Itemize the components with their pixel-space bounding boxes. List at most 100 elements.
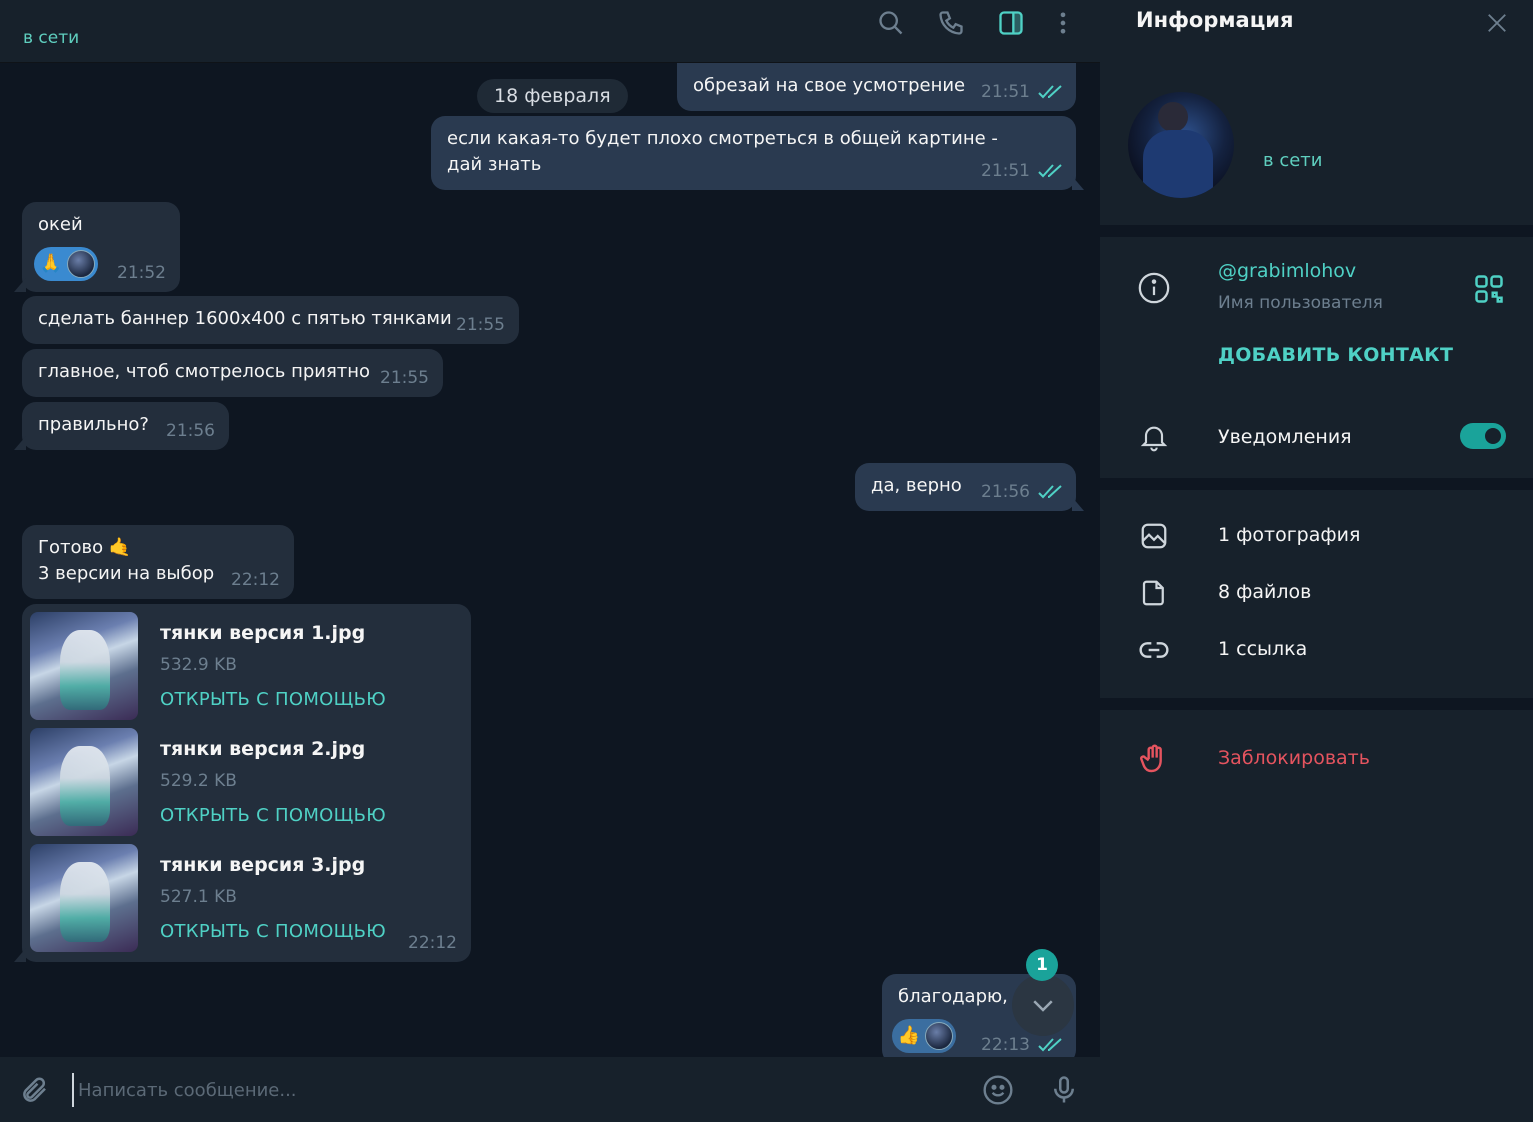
reactor-avatar [67, 250, 95, 278]
message-time: 21:56 [166, 421, 215, 441]
file-album-message: тянки версия 1.jpg 532.9 KB ОТКРЫТЬ С ПО… [14, 604, 471, 962]
message-meta: 21:55 [380, 365, 429, 391]
file-name: тянки версия 3.jpg [160, 854, 366, 876]
chat-pane: в сети 18 февраля обрезай на свое усмотр… [0, 0, 1100, 1122]
photo-icon [1136, 518, 1172, 554]
read-checkmarks-icon [1038, 485, 1062, 499]
file-size: 532.9 KB [160, 655, 237, 675]
phone-icon[interactable] [934, 6, 968, 40]
message-time: 21:52 [117, 263, 166, 283]
message-bubble-outgoing[interactable]: обрезай на свое усмотрение 21:51 [677, 63, 1076, 111]
panel-title: Информация [1136, 8, 1294, 32]
file-thumbnail[interactable] [30, 612, 138, 720]
file-thumbnail[interactable] [30, 844, 138, 952]
message-bubble-outgoing[interactable]: если какая-то будет плохо смотреться в о… [431, 116, 1084, 190]
file-attachment[interactable]: тянки версия 3.jpg 527.1 KB ОТКРЫТЬ С ПО… [30, 844, 460, 954]
section-divider [1100, 698, 1533, 710]
read-checkmarks-icon [1038, 85, 1062, 99]
search-icon[interactable] [874, 6, 908, 40]
reaction-chip[interactable]: 🙏 [34, 247, 98, 281]
message-text: главное, чтоб смотрелось приятно [38, 361, 371, 382]
message-time: 22:12 [408, 933, 457, 953]
open-with-button[interactable]: ОТКРЫТЬ С ПОМОЩЬЮ [160, 919, 386, 945]
message-time: 21:55 [456, 315, 505, 335]
message-time: 21:51 [981, 82, 1030, 102]
chat-header: в сети [0, 0, 1100, 63]
message-meta: 21:51 [981, 158, 1066, 184]
block-user-button[interactable]: Заблокировать [1218, 747, 1370, 769]
reaction-chip[interactable]: 👍 [892, 1019, 956, 1053]
message-bubble-incoming[interactable]: сделать баннер 1600x400 с пятью тянками … [22, 296, 519, 344]
message-list: 18 февраля обрезай на свое усмотрение 21… [0, 63, 1100, 1057]
bell-icon [1136, 419, 1172, 455]
message-bubble-incoming[interactable]: Готово 🤙 3 версии на выбор 22:12 [22, 525, 294, 599]
file-name: тянки версия 1.jpg [160, 622, 366, 644]
close-icon[interactable] [1482, 8, 1512, 38]
media-label: 8 файлов [1218, 581, 1312, 603]
message-meta: 22:12 [231, 567, 280, 593]
chevron-down-icon [1033, 1000, 1053, 1012]
message-time: 22:12 [231, 570, 280, 590]
file-icon [1136, 575, 1172, 611]
message-bubble-outgoing[interactable]: да, верно 21:56 [855, 463, 1084, 511]
date-separator: 18 февраля [477, 79, 628, 113]
open-with-button[interactable]: ОТКРЫТЬ С ПОМОЩЬЮ [160, 803, 386, 829]
message-time: 22:13 [981, 1035, 1030, 1055]
message-meta: 21:56 [166, 418, 215, 444]
message-text-line: Готово 🤙 [38, 537, 132, 558]
media-label: 1 фотография [1218, 524, 1361, 546]
message-bubble-incoming[interactable]: правильно? 21:56 [14, 402, 229, 450]
file-attachment[interactable]: тянки версия 2.jpg 529.2 KB ОТКРЫТЬ С ПО… [30, 728, 460, 838]
message-meta: 22:12 [408, 930, 457, 956]
message-time: 21:56 [981, 482, 1030, 502]
message-text: если какая-то будет плохо смотреться в о… [447, 128, 998, 175]
notifications-toggle[interactable] [1460, 423, 1506, 449]
info-panel: Информация в сети @grabimlohov Имя польз… [1100, 0, 1533, 1122]
emoji-icon[interactable] [979, 1071, 1017, 1109]
profile-avatar[interactable] [1128, 92, 1234, 198]
file-size: 529.2 KB [160, 771, 237, 791]
username-label: Имя пользователя [1218, 293, 1383, 313]
file-size: 527.1 KB [160, 887, 237, 907]
read-checkmarks-icon [1038, 164, 1062, 178]
profile-status: в сети [1263, 150, 1323, 171]
reaction-emoji: 🙏 [39, 253, 63, 274]
sidebar-toggle-icon[interactable] [994, 6, 1028, 40]
message-meta: 21:52 [117, 260, 166, 286]
file-attachment[interactable]: тянки версия 1.jpg 532.9 KB ОТКРЫТЬ С ПО… [30, 612, 460, 722]
message-bubble-incoming[interactable]: главное, чтоб смотрелось приятно 21:55 [22, 349, 443, 397]
message-time: 21:55 [380, 368, 429, 388]
attach-icon[interactable] [16, 1071, 54, 1109]
message-meta: 21:51 [981, 79, 1066, 105]
add-contact-button[interactable]: ДОБАВИТЬ КОНТАКТ [1218, 344, 1453, 366]
link-icon [1136, 632, 1172, 668]
message-meta: 21:55 [456, 312, 505, 338]
reactor-avatar [925, 1022, 953, 1050]
section-divider [1100, 478, 1533, 490]
message-bubble-incoming[interactable]: окей 🙏 21:52 [14, 202, 180, 292]
chat-status: в сети [23, 28, 80, 48]
message-meta: 21:56 [981, 479, 1066, 505]
file-thumbnail[interactable] [30, 728, 138, 836]
section-divider [1100, 225, 1533, 237]
notifications-label: Уведомления [1218, 426, 1352, 448]
info-icon [1136, 270, 1172, 306]
username-link[interactable]: @grabimlohov [1218, 260, 1356, 282]
message-text: окей [38, 214, 83, 235]
read-checkmarks-icon [1038, 1038, 1062, 1052]
message-text: сделать баннер 1600x400 с пятью тянками [38, 308, 452, 329]
microphone-icon[interactable] [1045, 1071, 1083, 1109]
message-time: 21:51 [981, 161, 1030, 181]
message-composer [0, 1057, 1100, 1122]
more-menu-icon[interactable] [1046, 6, 1080, 40]
unread-count-badge: 1 [1026, 949, 1058, 981]
qr-code-icon[interactable] [1474, 274, 1504, 304]
media-label: 1 ссылка [1218, 638, 1308, 660]
hand-stop-icon [1136, 741, 1172, 777]
scroll-to-bottom-button[interactable] [1012, 974, 1074, 1036]
message-meta: 22:13 [981, 1032, 1066, 1057]
reaction-emoji: 👍 [897, 1025, 921, 1046]
message-input[interactable] [72, 1073, 952, 1107]
open-with-button[interactable]: ОТКРЫТЬ С ПОМОЩЬЮ [160, 687, 386, 713]
file-name: тянки версия 2.jpg [160, 738, 366, 760]
